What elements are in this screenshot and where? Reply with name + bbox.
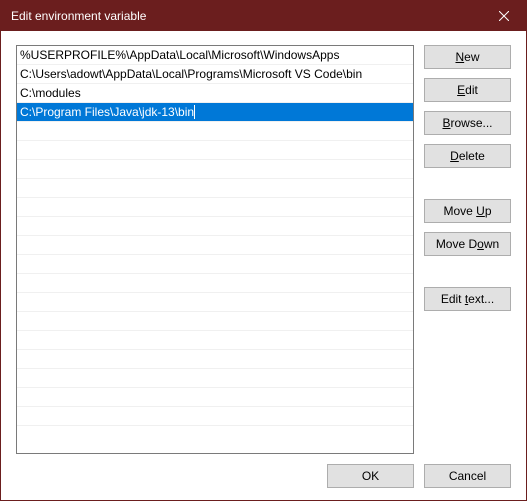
list-item[interactable]: . xyxy=(17,141,413,160)
edit-button[interactable]: Edit xyxy=(424,78,511,102)
list-item[interactable]: . xyxy=(17,293,413,312)
edit-text-button[interactable]: Edit text... xyxy=(424,287,511,311)
path-listbox[interactable]: %USERPROFILE%\AppData\Local\Microsoft\Wi… xyxy=(16,45,414,454)
list-item[interactable]: . xyxy=(17,407,413,426)
dialog-window: Edit environment variable %USERPROFILE%\… xyxy=(0,0,527,501)
close-icon xyxy=(499,11,509,21)
list-item[interactable]: . xyxy=(17,388,413,407)
list-item[interactable]: . xyxy=(17,274,413,293)
main-row: %USERPROFILE%\AppData\Local\Microsoft\Wi… xyxy=(16,45,511,454)
browse-button[interactable]: Browse... xyxy=(424,111,511,135)
text-caret xyxy=(194,105,195,119)
close-button[interactable] xyxy=(481,1,526,31)
bottom-bar: OK Cancel xyxy=(16,454,511,488)
new-button[interactable]: New xyxy=(424,45,511,69)
side-buttons: New Edit Browse... Delete Move Up Move D… xyxy=(424,45,511,454)
ok-button[interactable]: OK xyxy=(327,464,414,488)
list-item[interactable]: . xyxy=(17,179,413,198)
window-title: Edit environment variable xyxy=(11,9,146,23)
spacer xyxy=(424,177,511,199)
list-item[interactable]: C:\modules xyxy=(17,84,413,103)
list-item[interactable]: C:\Program Files\Java\jdk-13\bin xyxy=(17,103,413,122)
move-down-button[interactable]: Move Down xyxy=(424,232,511,256)
list-item[interactable]: . xyxy=(17,331,413,350)
list-item[interactable]: . xyxy=(17,369,413,388)
entries-container: %USERPROFILE%\AppData\Local\Microsoft\Wi… xyxy=(17,46,413,453)
list-item[interactable]: C:\Users\adowt\AppData\Local\Programs\Mi… xyxy=(17,65,413,84)
list-item[interactable]: . xyxy=(17,160,413,179)
list-item[interactable]: . xyxy=(17,350,413,369)
spacer xyxy=(424,265,511,287)
list-item[interactable]: . xyxy=(17,312,413,331)
titlebar: Edit environment variable xyxy=(1,1,526,31)
list-item[interactable]: . xyxy=(17,236,413,255)
list-item[interactable]: %USERPROFILE%\AppData\Local\Microsoft\Wi… xyxy=(17,46,413,65)
move-up-button[interactable]: Move Up xyxy=(424,199,511,223)
delete-button[interactable]: Delete xyxy=(424,144,511,168)
list-item[interactable]: . xyxy=(17,122,413,141)
list-item[interactable]: . xyxy=(17,198,413,217)
list-item[interactable]: . xyxy=(17,255,413,274)
client-area: %USERPROFILE%\AppData\Local\Microsoft\Wi… xyxy=(1,31,526,500)
cancel-button[interactable]: Cancel xyxy=(424,464,511,488)
list-item[interactable]: . xyxy=(17,217,413,236)
